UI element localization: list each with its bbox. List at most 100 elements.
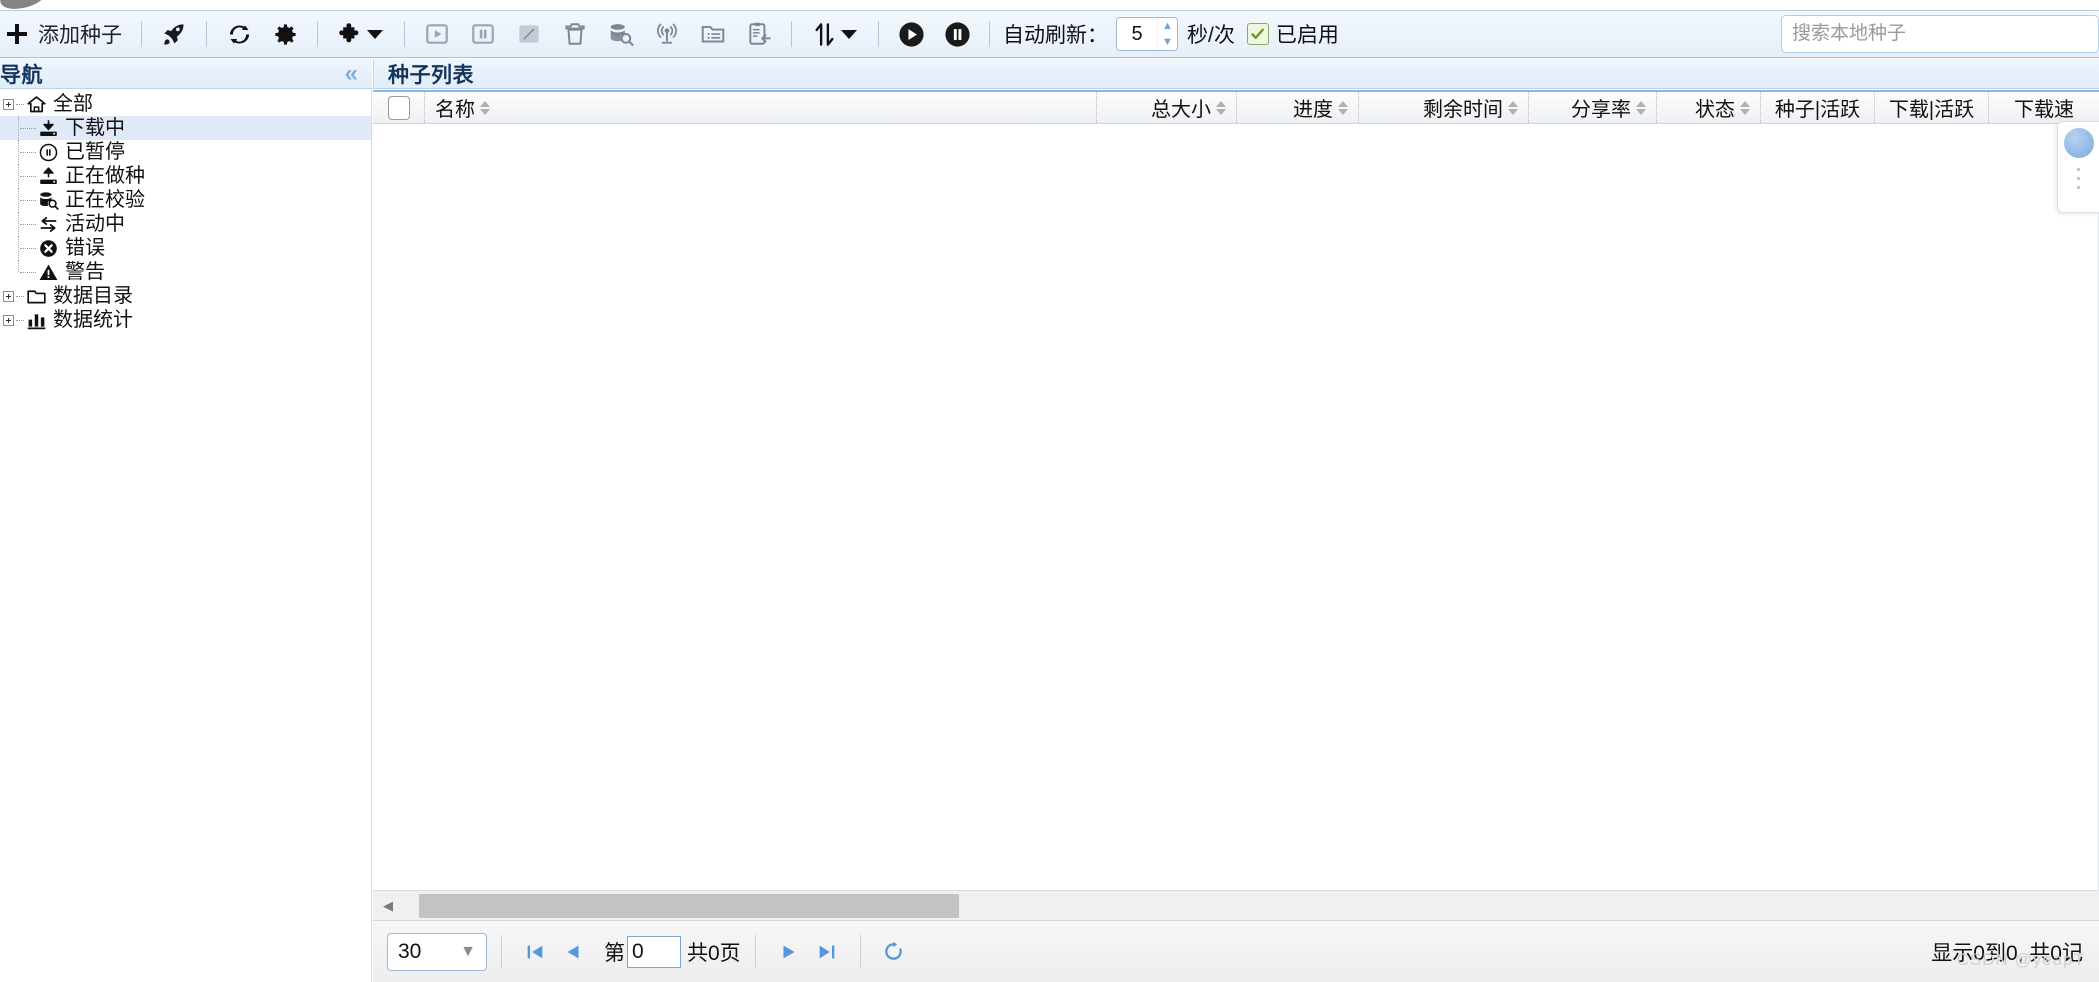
grid-body-empty	[373, 124, 2099, 890]
tree-vline	[18, 260, 19, 272]
auto-refresh-checkbox[interactable]	[1246, 23, 1269, 45]
expand-toggle[interactable]	[0, 98, 16, 110]
start-torrent-button[interactable]	[414, 14, 460, 54]
column-label: 名称	[435, 99, 475, 121]
settings-button[interactable]	[262, 14, 308, 54]
refresh-button[interactable]	[216, 14, 262, 54]
column-header-seeds[interactable]: 种子|活跃	[1761, 92, 1875, 123]
add-torrent-button[interactable]: 添加种子	[0, 14, 132, 54]
floating-help-widget[interactable]	[2057, 121, 2099, 213]
expand-toggle[interactable]	[0, 314, 16, 326]
sort-icon[interactable]	[1338, 100, 1348, 115]
plugins-button[interactable]	[327, 14, 395, 54]
last-page-icon	[819, 945, 835, 958]
collapse-sidebar-button[interactable]: «	[341, 61, 362, 86]
prev-page-button[interactable]	[554, 933, 592, 971]
refresh-interval-value[interactable]: 5	[1117, 18, 1157, 50]
rss-rocket-button[interactable]	[151, 14, 197, 54]
avatar[interactable]	[2063, 128, 2094, 158]
sidebar-item-warning[interactable]: 警告	[0, 260, 371, 284]
search-container	[1781, 10, 2099, 58]
scroll-left-icon[interactable]: ◀	[373, 891, 403, 921]
sort-icon[interactable]	[480, 100, 490, 115]
auto-refresh-enabled-label: 已启用	[1275, 24, 1339, 47]
sort-icon[interactable]	[1636, 100, 1646, 115]
column-header-select-all[interactable]	[373, 92, 425, 123]
stepper-up-icon[interactable]: ▲	[1158, 18, 1177, 34]
edit-torrent-button[interactable]	[506, 14, 552, 54]
sidebar-item-seeding[interactable]: 正在做种	[0, 164, 371, 188]
column-header-name[interactable]: 名称	[425, 92, 1097, 123]
page-number-input[interactable]	[627, 935, 681, 968]
column-header-ratio[interactable]: 分享率	[1529, 92, 1657, 123]
last-page-button[interactable]	[808, 933, 846, 971]
column-header-eta[interactable]: 剩余时间	[1359, 92, 1529, 123]
resume-all-button[interactable]	[888, 14, 934, 54]
column-header-download-speed[interactable]: 下载速	[1989, 92, 2099, 123]
column-label: 状态	[1695, 99, 1735, 121]
navigation-tree: 全部 下载中 已暂停 正在做种 正在校验 活动中 错误 警告 数据目录 数据统计	[0, 90, 372, 982]
tree-connector	[16, 295, 24, 297]
next-page-button[interactable]	[770, 933, 808, 971]
priority-button[interactable]	[801, 14, 869, 54]
sort-icon[interactable]	[1740, 100, 1750, 115]
refresh-icon	[224, 19, 254, 49]
caret-down-icon[interactable]	[367, 29, 383, 39]
sidebar-item-checking[interactable]: 正在校验	[0, 188, 371, 212]
first-page-button[interactable]	[516, 933, 554, 971]
toolbar-separator	[317, 21, 318, 47]
page-size-select[interactable]: 30 ▼	[387, 932, 487, 971]
caret-down-icon[interactable]	[841, 29, 857, 39]
refresh-interval-stepper[interactable]: 5 ▲ ▼	[1116, 17, 1178, 51]
page-total-label: 共0页	[687, 941, 741, 965]
chart-icon	[24, 309, 48, 331]
delete-torrent-button[interactable]	[552, 14, 598, 54]
column-label: 剩余时间	[1423, 99, 1503, 121]
tree-connector	[20, 199, 36, 201]
search-input[interactable]	[1781, 15, 2099, 53]
warning-icon	[36, 261, 60, 283]
horizontal-scrollbar[interactable]: ◀	[373, 890, 2099, 921]
tree-vline	[18, 212, 19, 236]
folder-list-button[interactable]	[690, 14, 736, 54]
pagination-summary: 显示0到0, 共0记	[1931, 941, 2083, 965]
select-all-checkbox[interactable]	[387, 95, 410, 120]
sidebar-item-error[interactable]: 错误	[0, 236, 371, 260]
pause-torrent-button[interactable]	[460, 14, 506, 54]
toolbar-separator	[206, 21, 207, 47]
stepper-buttons[interactable]: ▲ ▼	[1157, 18, 1177, 50]
sidebar-item-active[interactable]: 活动中	[0, 212, 371, 236]
column-label: 分享率	[1571, 99, 1631, 121]
pagination-bar: 30 ▼ 第 共0页 显示0到0, 共0	[373, 920, 2099, 982]
sidebar-item-label: 数据目录	[53, 285, 133, 307]
reload-button[interactable]	[875, 933, 913, 971]
start-icon	[422, 19, 452, 49]
column-header-progress[interactable]: 进度	[1237, 92, 1359, 123]
pause-all-button[interactable]	[934, 14, 980, 54]
column-header-size[interactable]: 总大小	[1097, 92, 1237, 123]
stepper-down-icon[interactable]: ▼	[1158, 34, 1177, 50]
page-size-value: 30	[398, 939, 422, 963]
column-header-status[interactable]: 状态	[1657, 92, 1761, 123]
sidebar-item-downloading[interactable]: 下载中	[0, 116, 371, 140]
copy-magnet-button[interactable]	[736, 14, 782, 54]
sidebar-item-label: 正在校验	[65, 189, 145, 211]
column-header-peers[interactable]: 下载|活跃	[1875, 92, 1989, 123]
sidebar-item-data-directory[interactable]: 数据目录	[0, 284, 371, 308]
expand-toggle[interactable]	[0, 290, 16, 302]
torrent-list-header: 种子列表	[373, 59, 2099, 89]
main-toolbar: 添加种子 自动刷新： 5 ▲ ▼ 秒/次 已启用 搜索本地种子	[0, 10, 2099, 58]
sort-icon[interactable]	[1216, 100, 1226, 115]
sidebar-item-all[interactable]: 全部	[0, 92, 371, 116]
upload-icon	[36, 165, 60, 187]
sidebar-item-label: 全部	[53, 93, 93, 115]
recheck-torrent-button[interactable]	[598, 14, 644, 54]
announce-button[interactable]	[644, 14, 690, 54]
sort-icon[interactable]	[1508, 100, 1518, 115]
scrollbar-thumb[interactable]	[419, 893, 959, 918]
sidebar-item-data-statistics[interactable]: 数据统计	[0, 308, 371, 332]
recheck-icon	[606, 19, 636, 49]
sidebar-item-paused[interactable]: 已暂停	[0, 140, 371, 164]
grid-header-row: 名称 总大小 进度 剩余时间 分享率 状态 种子|活跃 下载|活跃 下载速	[373, 90, 2099, 124]
scrollbar-track[interactable]	[403, 890, 2099, 921]
